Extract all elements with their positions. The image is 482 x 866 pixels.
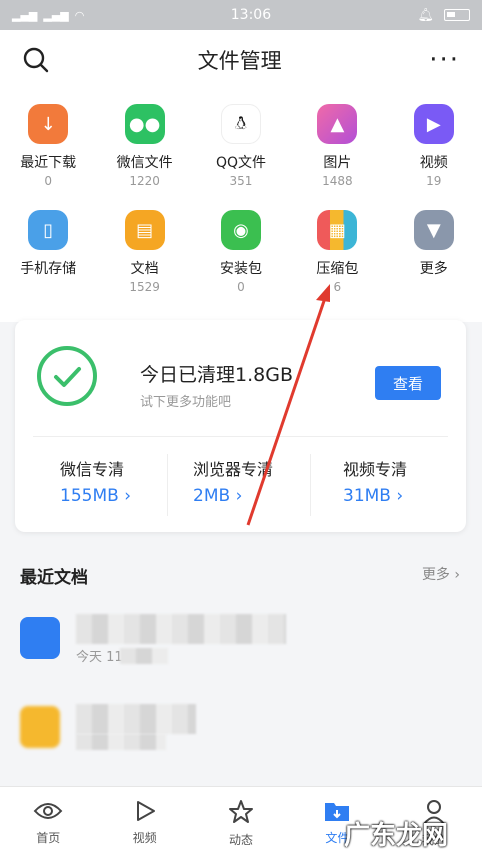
blurred-time (76, 734, 166, 750)
video-clean-item[interactable]: 视频专清 31MB › (313, 456, 463, 506)
tab-home[interactable]: 首页 (0, 787, 96, 866)
category-documents[interactable]: ▤ 文档 1529 (96, 210, 192, 316)
category-recent-downloads[interactable]: ↓ 最近下载 0 (0, 104, 96, 210)
blurred-filename (76, 614, 286, 644)
document-icon: ▤ (124, 210, 165, 250)
clean-item-title: 微信专清 (60, 460, 125, 479)
list-item[interactable] (20, 617, 60, 659)
signal-icon-2: ▂▄▆ (43, 8, 69, 22)
category-count: 0 (44, 174, 53, 188)
category-more[interactable]: ▼ 更多 (386, 210, 482, 316)
qq-icon: 🐧︎ (220, 104, 261, 144)
category-videos[interactable]: ▶ 视频 19 (386, 104, 482, 210)
chevron-down-icon: ▼ (413, 210, 454, 250)
blurred-time (120, 648, 168, 664)
document-icon (20, 706, 60, 748)
document-icon (20, 617, 60, 659)
tab-video[interactable]: 视频 (96, 787, 192, 866)
category-count: 351 (229, 174, 253, 188)
signal-icon: ▂▄▆ (12, 8, 38, 22)
watermark: 广东龙网 (343, 821, 448, 851)
category-count: 1529 (129, 280, 160, 294)
wechat-icon: ●● (124, 104, 165, 144)
category-archives[interactable]: ▦ 压缩包 6 (289, 210, 385, 316)
category-label: 更多 (419, 261, 448, 277)
recent-more-link[interactable]: 更多 › (422, 564, 460, 584)
category-phone-storage[interactable]: ▯ 手机存储 (0, 210, 96, 316)
category-images[interactable]: ▲ 图片 1488 (289, 104, 385, 210)
star-icon (229, 800, 254, 823)
blurred-filename (76, 704, 196, 734)
category-count: 19 (426, 174, 442, 188)
cleanup-subtitle: 试下更多功能吧 (140, 395, 232, 410)
chevron-right-icon: › (454, 567, 460, 583)
category-qq-files[interactable]: 🐧︎ QQ文件 351 (193, 104, 289, 210)
clean-item-value: 31MB (343, 486, 391, 506)
video-icon: ▶ (413, 104, 454, 144)
chevron-right-icon: › (124, 486, 131, 506)
clean-item-title: 视频专清 (343, 460, 408, 479)
battery-icon (443, 9, 470, 21)
wifi-icon: ◠ (74, 8, 85, 22)
cleanup-title: 今日已清理1.8GB (140, 364, 293, 386)
chevron-right-icon: › (235, 486, 243, 506)
clean-item-value: 2MB (193, 486, 231, 506)
recent-more-label: 更多 (421, 567, 450, 583)
tab-label: 首页 (36, 831, 61, 845)
category-label: 手机存储 (20, 261, 77, 277)
chevron-right-icon: › (396, 486, 404, 506)
app-header: 文件管理 ··· (0, 30, 482, 90)
browser-clean-item[interactable]: 浏览器专清 2MB › (163, 456, 313, 506)
category-count: 1488 (322, 174, 353, 188)
category-wechat-files[interactable]: ●● 微信文件 1220 (96, 104, 192, 210)
android-icon: ◉ (220, 210, 261, 250)
alarm-icon: 🔔︎ (417, 7, 434, 23)
category-label: 安装包 (219, 261, 262, 277)
category-grid: ↓ 最近下载 0 ●● 微信文件 1220 🐧︎ QQ文件 351 ▲ 图片 1… (0, 90, 482, 322)
category-count: 1220 (129, 174, 160, 188)
search-icon[interactable] (22, 46, 50, 74)
category-label: 文档 (130, 261, 159, 277)
category-label: 图片 (323, 155, 352, 171)
tab-activity[interactable]: 动态 (193, 787, 289, 866)
list-item[interactable] (20, 706, 60, 748)
category-label: 压缩包 (316, 261, 359, 277)
recent-docs-title: 最近文档 (20, 568, 88, 588)
eye-icon (33, 803, 63, 819)
category-label: 视频 (419, 155, 448, 171)
archive-icon: ▦ (317, 210, 358, 250)
play-icon (136, 801, 155, 821)
category-install-packages[interactable]: ◉ 安装包 0 (193, 210, 289, 316)
status-bar: ▂▄▆ ▂▄▆ ◠ 13:06 🔔︎ (0, 0, 482, 30)
tab-label: 视频 (132, 831, 157, 845)
check-icon (37, 346, 97, 406)
image-icon: ▲ (317, 104, 358, 144)
category-count: 0 (237, 280, 245, 294)
category-label: QQ文件 (215, 155, 266, 171)
divider (310, 454, 311, 516)
signal-icons: ▂▄▆ ▂▄▆ ◠ (12, 9, 84, 22)
clean-item-value: 155MB (60, 486, 119, 506)
category-label: 微信文件 (116, 155, 173, 171)
phone-storage-icon: ▯ (28, 210, 69, 250)
more-menu-button[interactable]: ··· (429, 47, 460, 73)
cleanup-card: 今日已清理1.8GB 试下更多功能吧 查看 微信专清 155MB › 浏览器专清… (15, 320, 466, 532)
divider (33, 436, 448, 437)
view-button[interactable]: 查看 (375, 366, 441, 400)
tab-label: 动态 (229, 833, 254, 847)
page-title: 文件管理 (197, 49, 282, 73)
clean-item-title: 浏览器专清 (193, 460, 274, 479)
wechat-clean-item[interactable]: 微信专清 155MB › (30, 456, 180, 506)
category-label: 最近下载 (20, 155, 77, 171)
download-icon: ↓ (28, 104, 69, 144)
status-time: 13:06 (230, 7, 272, 23)
category-count: 6 (333, 280, 342, 294)
